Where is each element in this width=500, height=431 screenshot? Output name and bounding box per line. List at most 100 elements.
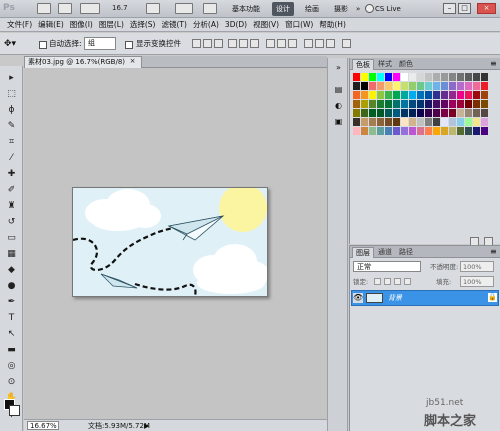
tab-layers[interactable]: 图层 (352, 247, 374, 258)
align-right-icon[interactable] (250, 39, 259, 48)
menu-view[interactable]: 视图(V) (250, 19, 282, 30)
color-swatch[interactable] (377, 73, 385, 81)
color-swatch[interactable] (481, 118, 489, 126)
color-swatch[interactable] (353, 118, 361, 126)
pen-tool-icon[interactable]: ✒ (5, 296, 18, 309)
history-panel-icon[interactable]: ▤ (333, 84, 344, 95)
show-transform-checkbox[interactable] (125, 41, 133, 49)
distribute-right-icon[interactable] (326, 39, 335, 48)
color-swatch[interactable] (457, 73, 465, 81)
color-swatch[interactable] (433, 82, 441, 90)
align-top-icon[interactable] (192, 39, 201, 48)
color-swatch[interactable] (465, 109, 473, 117)
color-swatch[interactable] (361, 100, 369, 108)
workspace-more[interactable]: » (352, 2, 364, 16)
auto-align-icon[interactable] (342, 39, 351, 48)
visibility-eye-icon[interactable]: 👁 (353, 293, 363, 303)
color-swatch[interactable] (369, 109, 377, 117)
color-swatch[interactable] (473, 73, 481, 81)
move-tool-icon[interactable]: ▸ (5, 72, 18, 85)
tab-color[interactable]: 颜色 (396, 59, 416, 70)
align-vcenter-icon[interactable] (203, 39, 212, 48)
color-swatch[interactable] (457, 109, 465, 117)
color-swatch[interactable] (425, 109, 433, 117)
color-swatch[interactable] (457, 82, 465, 90)
adjustments-panel-icon[interactable]: ◐ (333, 100, 344, 111)
lock-transparent-icon[interactable] (374, 278, 381, 285)
brush-tool-icon[interactable]: ✐ (5, 184, 18, 197)
color-swatch[interactable] (465, 127, 473, 135)
align-hcenter-icon[interactable] (239, 39, 248, 48)
color-swatch[interactable] (425, 118, 433, 126)
document-image[interactable] (72, 187, 268, 297)
color-swatch[interactable] (385, 127, 393, 135)
3d-orbit-tool-icon[interactable]: ⊙ (5, 376, 18, 389)
color-swatch[interactable] (385, 73, 393, 81)
color-swatch[interactable] (433, 109, 441, 117)
color-swatch[interactable] (449, 109, 457, 117)
workspace-essentials[interactable]: 基本功能 (228, 2, 264, 16)
color-swatch[interactable] (441, 100, 449, 108)
color-swatch[interactable] (433, 91, 441, 99)
arrange-documents-icon[interactable] (175, 3, 193, 14)
color-swatch[interactable] (409, 100, 417, 108)
menu-file[interactable]: 文件(F) (4, 19, 35, 30)
fill-field[interactable]: 100% (460, 276, 494, 287)
minibridge-icon[interactable] (58, 3, 72, 14)
background-color-swatch[interactable] (9, 405, 20, 416)
color-swatch[interactable] (385, 100, 393, 108)
color-swatch[interactable] (401, 91, 409, 99)
color-swatch[interactable] (393, 118, 401, 126)
color-swatch[interactable] (361, 73, 369, 81)
color-swatch[interactable] (465, 91, 473, 99)
color-swatch[interactable] (401, 127, 409, 135)
layer-row[interactable]: 👁 背景 🔒 (351, 290, 499, 306)
menu-filter[interactable]: 滤镜(T) (159, 19, 190, 30)
color-swatch[interactable] (457, 118, 465, 126)
color-swatch[interactable] (369, 127, 377, 135)
color-swatch[interactable] (361, 91, 369, 99)
color-swatch[interactable] (465, 73, 473, 81)
color-swatch[interactable] (401, 100, 409, 108)
color-swatch[interactable] (417, 127, 425, 135)
color-swatch[interactable] (457, 91, 465, 99)
status-menu-arrow[interactable]: ▶ (144, 421, 149, 431)
color-swatch[interactable] (385, 118, 393, 126)
color-swatch[interactable] (417, 91, 425, 99)
document-tab[interactable]: 素材03.jpg @ 16.7%(RGB/8) (24, 56, 142, 68)
color-swatch[interactable] (401, 109, 409, 117)
color-swatch[interactable] (441, 127, 449, 135)
color-swatch[interactable] (481, 100, 489, 108)
quick-select-tool-icon[interactable]: ✎ (5, 120, 18, 133)
menu-layer[interactable]: 图层(L) (96, 19, 127, 30)
color-swatch[interactable] (377, 100, 385, 108)
color-swatch[interactable] (369, 118, 377, 126)
color-swatch[interactable] (481, 91, 489, 99)
color-swatch[interactable] (441, 82, 449, 90)
color-swatch[interactable] (417, 100, 425, 108)
workspace-design[interactable]: 设计 (272, 2, 294, 16)
color-swatch[interactable] (473, 91, 481, 99)
color-swatch[interactable] (377, 109, 385, 117)
gradient-tool-icon[interactable]: ▦ (5, 248, 18, 261)
color-swatch[interactable] (393, 100, 401, 108)
close-button[interactable]: × (477, 3, 496, 14)
marquee-tool-icon[interactable]: ⬚ (5, 88, 18, 101)
dodge-tool-icon[interactable]: ● (5, 280, 18, 293)
maximize-button[interactable]: □ (458, 3, 471, 14)
color-swatch[interactable] (369, 91, 377, 99)
workspace-photography[interactable]: 摄影 (330, 2, 352, 16)
color-swatch[interactable] (433, 118, 441, 126)
menu-analysis[interactable]: 分析(A) (190, 19, 222, 30)
color-swatch[interactable] (393, 127, 401, 135)
lock-image-icon[interactable] (384, 278, 391, 285)
hand-view-icon[interactable] (146, 3, 160, 14)
color-swatch[interactable] (425, 82, 433, 90)
color-swatch[interactable] (441, 109, 449, 117)
color-swatch[interactable] (393, 82, 401, 90)
color-swatch[interactable] (361, 109, 369, 117)
color-swatch[interactable] (465, 100, 473, 108)
color-swatch[interactable] (425, 91, 433, 99)
color-swatch[interactable] (401, 118, 409, 126)
layer-name[interactable]: 背景 (388, 293, 402, 304)
